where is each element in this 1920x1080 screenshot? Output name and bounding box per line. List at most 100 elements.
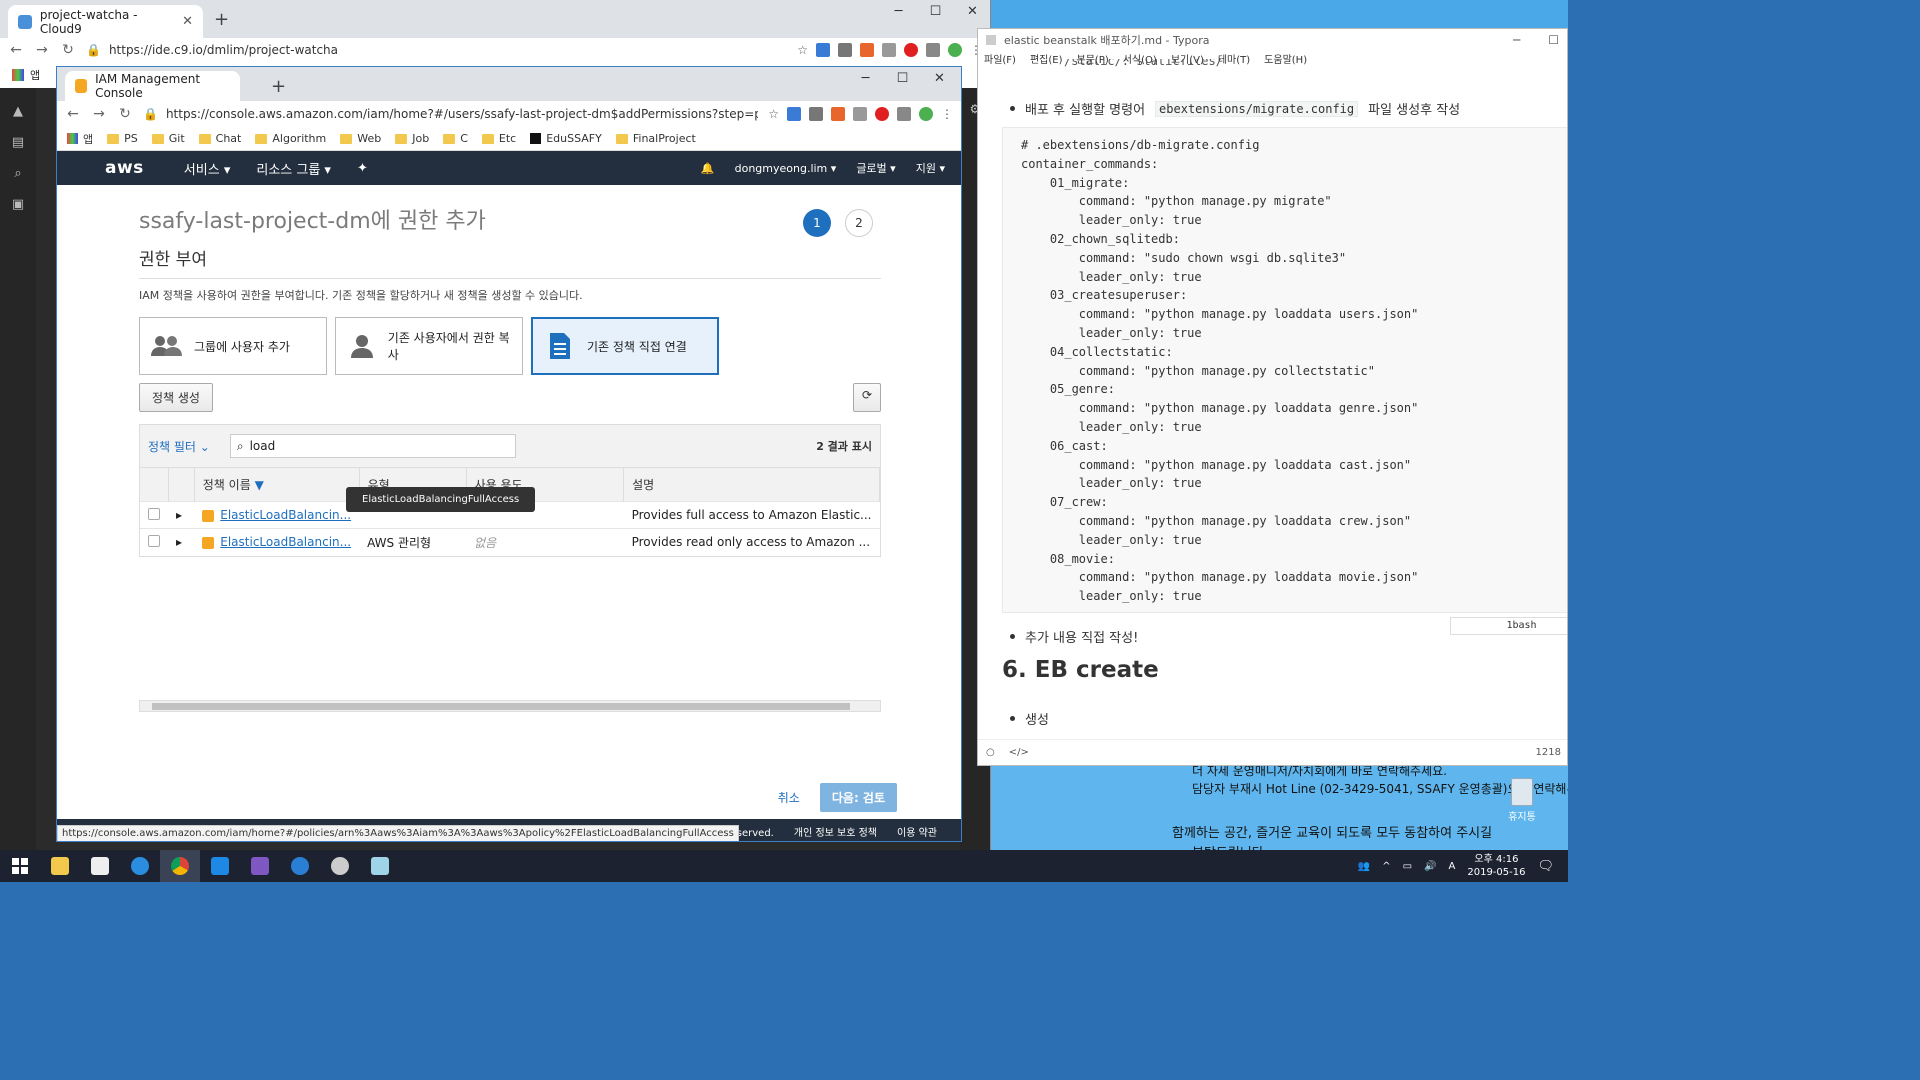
forward-icon[interactable]: →	[91, 106, 107, 122]
bell-icon[interactable]: 🔔	[701, 162, 715, 175]
minimize-icon[interactable]: ─	[880, 4, 917, 19]
star-icon[interactable]: ☆	[797, 43, 808, 57]
profile-avatar[interactable]	[919, 107, 933, 121]
row-checkbox[interactable]	[148, 507, 160, 520]
clock[interactable]: 오후 4:16 2019-05-16	[1467, 853, 1525, 879]
code-block[interactable]: # .ebextensions/db-migrate.config contai…	[1002, 127, 1567, 613]
bookmark-folder[interactable]: Algorithm	[255, 132, 326, 145]
apps-icon[interactable]	[12, 69, 24, 81]
code-language-input[interactable]: 1bash	[1450, 617, 1567, 635]
expand-icon[interactable]: ▸	[176, 508, 182, 522]
extension-icon[interactable]	[853, 107, 867, 121]
collapse-icon[interactable]: ▲	[0, 104, 36, 119]
terminal-icon[interactable]: ▣	[0, 197, 36, 212]
account-menu[interactable]: dongmyeong.lim ▾	[735, 162, 837, 175]
menu-file[interactable]: 파일(F)	[984, 51, 1016, 67]
back-icon[interactable]: ←	[8, 42, 24, 58]
address-bar[interactable]: 🔒 https://ide.c9.io/dmlim/project-watcha	[86, 38, 787, 62]
windows-start-icon[interactable]	[0, 850, 40, 882]
notification-icon[interactable]: 🗨	[1537, 859, 1554, 874]
extension-icon[interactable]	[787, 107, 801, 121]
row-checkbox[interactable]	[148, 534, 160, 547]
address-bar[interactable]: 🔒 https://console.aws.amazon.com/iam/hom…	[143, 102, 758, 126]
option-attach-policy[interactable]: 기존 정책 직접 연결	[531, 317, 719, 375]
horizontal-scrollbar[interactable]	[139, 700, 881, 712]
extension-icon[interactable]	[926, 43, 940, 57]
table-row[interactable]: ▸ ElasticLoadBalancin... AWS 관리형 없음 Prov…	[140, 528, 880, 556]
new-tab-icon[interactable]: +	[214, 9, 229, 30]
bookmark-folder[interactable]: Git	[151, 132, 185, 145]
terms-link[interactable]: 이용 약관	[897, 824, 937, 839]
nav-services[interactable]: 서비스 ▾	[184, 159, 231, 178]
typora-taskbar-icon[interactable]	[80, 850, 120, 882]
close-icon[interactable]: ✕	[921, 71, 958, 86]
maximize-icon[interactable]: ☐	[917, 4, 954, 19]
option-copy-from-user[interactable]: 기존 사용자에서 권한 복사	[335, 317, 523, 375]
extension-icon[interactable]	[831, 107, 845, 121]
chrome-taskbar-icon[interactable]	[160, 850, 200, 882]
search-input[interactable]: ⌕ load	[229, 434, 516, 458]
pin-icon[interactable]: ✦	[357, 161, 368, 176]
menu-edit[interactable]: 편집(E)	[1030, 51, 1063, 67]
extension-icon[interactable]	[838, 43, 852, 57]
recycle-bin[interactable]: 휴지통	[1500, 778, 1544, 823]
refresh-icon[interactable]: ⟳	[852, 383, 881, 412]
minimize-icon[interactable]: ─	[847, 71, 884, 86]
visual-studio-icon[interactable]	[240, 850, 280, 882]
bookmark-apps[interactable]: 앱	[67, 131, 93, 147]
word-count[interactable]: 1218	[1536, 747, 1561, 758]
extension-icon[interactable]	[904, 43, 918, 57]
reload-icon[interactable]: ↻	[117, 106, 133, 122]
tab-iam[interactable]: IAM Management Console	[65, 71, 240, 101]
extension-icon[interactable]	[897, 107, 911, 121]
extension-icon[interactable]	[860, 43, 874, 57]
chevron-up-icon[interactable]: ^	[1382, 861, 1390, 872]
app-icon[interactable]	[320, 850, 360, 882]
bookmark-folder[interactable]: PS	[107, 132, 138, 145]
network-icon[interactable]: ▭	[1403, 861, 1412, 872]
tab-cloud9[interactable]: project-watcha - Cloud9 ✕	[8, 5, 203, 38]
new-tab-icon[interactable]: +	[271, 76, 286, 97]
extension-icon[interactable]	[809, 107, 823, 121]
policy-filter-dropdown[interactable]: 정책 필터 ⌄	[148, 438, 210, 455]
reload-icon[interactable]: ↻	[60, 42, 76, 58]
profile-avatar[interactable]	[948, 43, 962, 57]
ime-indicator[interactable]: A	[1449, 861, 1456, 872]
create-policy-button[interactable]: 정책 생성	[139, 383, 213, 412]
bookmark-folder[interactable]: Web	[340, 132, 381, 145]
star-icon[interactable]: ☆	[768, 107, 779, 121]
menu-icon[interactable]: ⋮	[941, 107, 953, 121]
policy-link[interactable]: ElasticLoadBalancin...	[220, 535, 351, 549]
bookmark-folder[interactable]: Etc	[481, 132, 516, 145]
column-policy-name[interactable]: 정책 이름 ▼	[194, 467, 360, 502]
people-icon[interactable]: 👥	[1358, 861, 1370, 872]
bing-icon[interactable]	[280, 850, 320, 882]
region-menu[interactable]: 글로벌 ▾	[856, 160, 895, 176]
close-icon[interactable]: ✕	[954, 4, 991, 19]
maximize-icon[interactable]: ☐	[884, 71, 921, 86]
outline-toggle-icon[interactable]: ○	[986, 747, 995, 758]
source-mode-icon[interactable]: </>	[1009, 747, 1029, 758]
extension-icon[interactable]	[882, 43, 896, 57]
scrollbar-thumb[interactable]	[152, 703, 850, 710]
privacy-link[interactable]: 개인 정보 보호 정책	[794, 824, 877, 839]
minimize-icon[interactable]: ─	[1513, 33, 1520, 47]
nav-resource-groups[interactable]: 리소스 그룹 ▾	[256, 159, 331, 178]
aws-logo[interactable]: aws	[105, 158, 144, 178]
back-icon[interactable]: ←	[65, 106, 81, 122]
cancel-button[interactable]: 취소	[778, 789, 800, 806]
extension-icon[interactable]	[816, 43, 830, 57]
bookmark-folder[interactable]: FinalProject	[615, 132, 696, 145]
bookmark-folder[interactable]: Chat	[198, 132, 241, 145]
close-tab-icon[interactable]: ✕	[182, 14, 193, 29]
extension-icon[interactable]	[875, 107, 889, 121]
option-add-to-group[interactable]: 그룹에 사용자 추가	[139, 317, 327, 375]
menu-help[interactable]: 도움말(H)	[1264, 51, 1307, 67]
vscode-icon[interactable]	[200, 850, 240, 882]
support-menu[interactable]: 지원 ▾	[916, 160, 945, 176]
forward-icon[interactable]: →	[34, 42, 50, 58]
policy-link[interactable]: ElasticLoadBalancin...	[220, 508, 351, 522]
bookmark-folder[interactable]: C	[443, 132, 468, 145]
bookmark-folder[interactable]: Job	[395, 132, 429, 145]
file-explorer-icon[interactable]	[40, 850, 80, 882]
